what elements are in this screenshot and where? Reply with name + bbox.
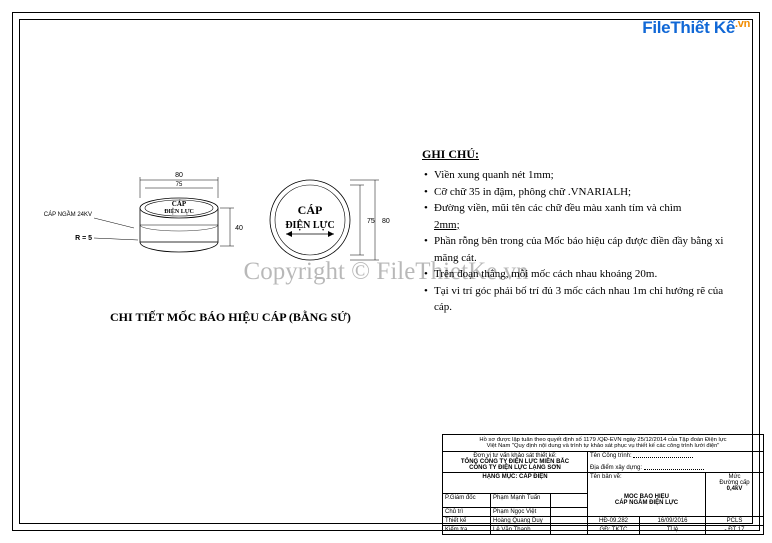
tb-name: Phạm Mạnh Tuấn xyxy=(491,493,551,507)
note-item: Tại vi trí góc phải bố trí đủ 3 mốc cách… xyxy=(422,283,742,316)
dim-80: 80 xyxy=(175,172,183,179)
side-label-1: CÁP xyxy=(172,200,187,208)
drawing-caption: CHI TIẾT MỐC BÁO HIỆU CÁP (BẰNG SỨ) xyxy=(110,310,351,325)
dim-circle-80: 80 xyxy=(382,218,390,225)
note-item: Cỡ chữ 35 in đậm, phông chữ .VNARIALH; xyxy=(422,184,742,201)
radius-label: R = 5 xyxy=(75,235,92,242)
logo-part1: File xyxy=(642,18,670,37)
tb-role: Thiết kế xyxy=(443,516,491,525)
logo-part2: Thiết Kế xyxy=(670,18,735,37)
site-logo: FileThiết Kế.vn xyxy=(642,18,750,38)
tb-category: HẠNG MỤC: CÁP ĐIỆN xyxy=(443,472,588,493)
side-label-2: ĐIỆN LỰC xyxy=(164,207,194,215)
dim-75: 75 xyxy=(176,182,183,188)
note-item: Viền xung quanh nét 1mm; xyxy=(422,167,742,184)
tb-date: 16/09/2016 xyxy=(640,516,706,525)
note-item: Trên đoạn thẳng, mỗi mốc cách nhau khoản… xyxy=(422,266,742,283)
tb-role: Kiểm tra xyxy=(443,525,491,534)
tb-sheet-sub: - ĐT 17 xyxy=(706,525,763,534)
tb-role: P.Giám đốc xyxy=(443,493,491,507)
note-item: Đường viền, mũi tên các chữ đều màu xanh… xyxy=(422,200,742,233)
notes-heading: GHI CHÚ: xyxy=(422,145,742,163)
title-block: Hồ sơ được lập tuân theo quyết định số 1… xyxy=(442,434,764,535)
tb-name: Phạm Ngọc Việt xyxy=(491,507,551,516)
cable-label: CÁP NGẦM 24KV xyxy=(44,211,92,218)
logo-tld: .vn xyxy=(735,18,750,30)
tb-name: Lê Văn Thanh xyxy=(491,525,551,534)
note-item: Phần rỗng bên trong của Mốc báo hiệu cáp… xyxy=(422,233,742,266)
tb-header: Hồ sơ được lập tuân theo quyết định số 1… xyxy=(443,435,763,451)
tb-weight: Tỉ lệ xyxy=(640,525,706,534)
dim-40: 40 xyxy=(235,225,243,232)
tb-code: HĐ-09.282 xyxy=(588,516,640,525)
top-label-2: ĐIỆN LỰC xyxy=(285,218,334,231)
tb-role: Chủ trì xyxy=(443,507,491,516)
top-label-1: CÁP xyxy=(298,203,323,217)
tb-stage: GĐ: TKTC xyxy=(588,525,640,534)
dim-circle-75: 75 xyxy=(367,218,375,225)
notes-block: GHI CHÚ: Viền xung quanh nét 1mm; Cỡ chữ… xyxy=(422,145,742,316)
tb-name: Hoàng Quang Duy xyxy=(491,516,551,525)
